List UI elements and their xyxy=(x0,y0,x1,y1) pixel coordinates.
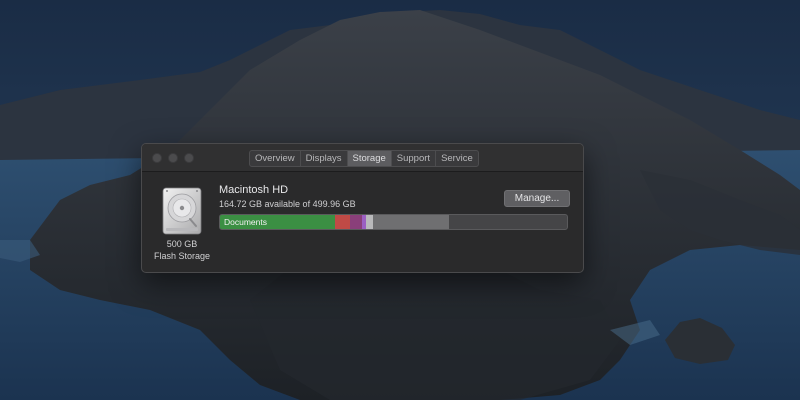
tab-support[interactable]: Support xyxy=(392,151,437,166)
zoom-window-button[interactable] xyxy=(184,153,194,163)
tab-overview[interactable]: Overview xyxy=(250,151,301,166)
tab-service[interactable]: Service xyxy=(436,151,478,166)
storage-segment-2[interactable] xyxy=(334,215,351,229)
disk-type: Flash Storage xyxy=(153,251,211,261)
disk-capacity: 500 GB xyxy=(166,239,198,249)
minimize-window-button[interactable] xyxy=(168,153,178,163)
tab-storage[interactable]: Storage xyxy=(347,151,392,166)
storage-usage-bar[interactable]: Documents xyxy=(219,214,568,230)
storage-segment-3[interactable] xyxy=(350,215,363,229)
close-window-button[interactable] xyxy=(152,153,162,163)
disk-name: Macintosh HD xyxy=(219,184,289,196)
hard-drive-icon xyxy=(162,187,202,235)
disk-capacity-info: 500 GB Flash Storage xyxy=(142,238,222,262)
manage-button[interactable]: Manage... xyxy=(504,190,570,207)
window-titlebar[interactable]: Overview Displays Storage Support Servic… xyxy=(142,144,583,172)
about-this-mac-window: Overview Displays Storage Support Servic… xyxy=(141,143,584,273)
storage-segment-6[interactable] xyxy=(372,215,449,229)
disk-availability: 164.72 GB available of 499.96 GB xyxy=(219,199,356,209)
tab-displays[interactable]: Displays xyxy=(301,151,348,166)
tab-bar: Overview Displays Storage Support Servic… xyxy=(249,150,479,167)
storage-segment-1[interactable] xyxy=(220,215,335,229)
